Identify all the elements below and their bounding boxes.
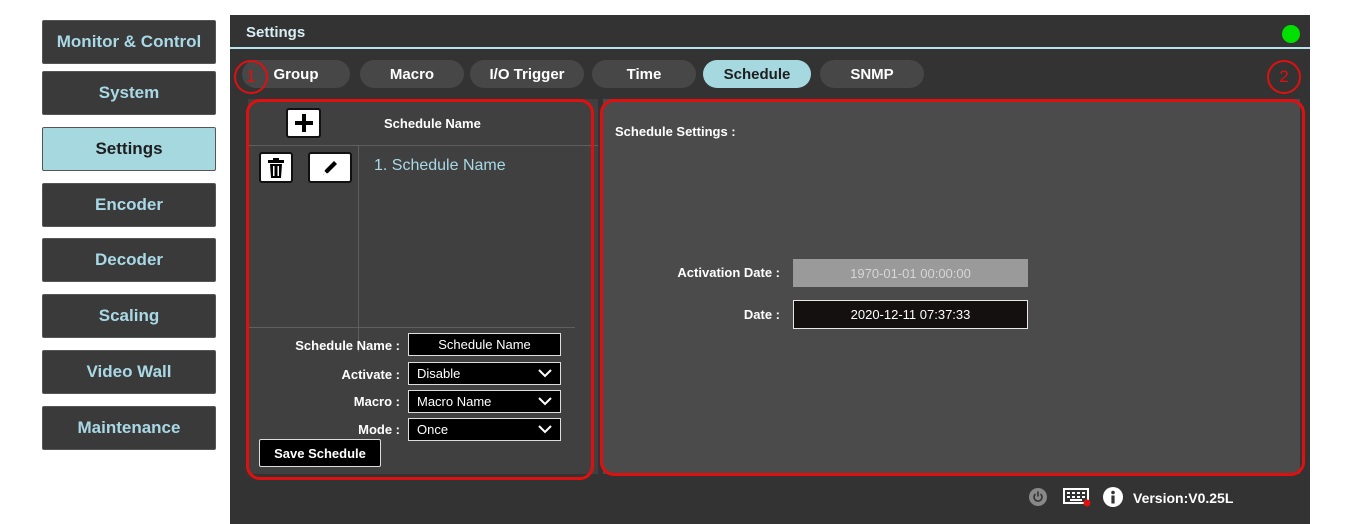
keyboard-icon (1063, 488, 1091, 507)
power-button[interactable] (1029, 488, 1047, 506)
nav-settings[interactable]: Settings (42, 127, 216, 171)
highlight-box-two (600, 99, 1305, 476)
keyboard-button[interactable] (1063, 487, 1091, 512)
power-icon (1033, 491, 1043, 502)
nav-scaling[interactable]: Scaling (42, 294, 216, 338)
marker-two: 2 (1267, 60, 1301, 94)
version-label: Version:V0.25L (1133, 490, 1234, 506)
nav-maintenance[interactable]: Maintenance (42, 406, 216, 450)
tab-schedule[interactable]: Schedule (703, 60, 811, 88)
info-icon (1111, 490, 1115, 504)
title-divider (230, 47, 1310, 49)
tab-io-trigger[interactable]: I/O Trigger (470, 60, 584, 88)
tab-macro[interactable]: Macro (360, 60, 464, 88)
nav-decoder[interactable]: Decoder (42, 238, 216, 282)
nav-encoder[interactable]: Encoder (42, 183, 216, 227)
highlight-box-one (246, 99, 594, 480)
settings-panel: Settings Group Macro I/O Trigger Time Sc… (230, 15, 1310, 524)
nav-system[interactable]: System (42, 71, 216, 115)
marker-one: 1 (234, 60, 268, 94)
info-button[interactable] (1103, 487, 1123, 507)
nav-video-wall[interactable]: Video Wall (42, 350, 216, 394)
nav-monitor-control[interactable]: Monitor & Control (42, 20, 216, 64)
status-indicator (1282, 25, 1300, 43)
tab-snmp[interactable]: SNMP (820, 60, 924, 88)
tab-time[interactable]: Time (592, 60, 696, 88)
panel-title: Settings (246, 24, 306, 41)
